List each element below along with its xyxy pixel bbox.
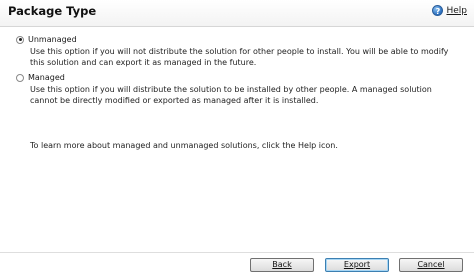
export-button[interactable]: Export (325, 258, 389, 272)
help-label[interactable]: Help (446, 6, 467, 16)
cancel-button[interactable]: Cancel (399, 258, 463, 272)
unmanaged-description: Use this option if you will not distribu… (30, 47, 449, 67)
back-button-label[interactable]: Back (272, 260, 291, 269)
export-button-label[interactable]: Export (344, 260, 370, 269)
help-note: To learn more about managed and unmanage… (30, 141, 338, 150)
dialog-header: Package Type ? Help (0, 0, 474, 26)
managed-option[interactable]: Managed (16, 73, 65, 82)
cancel-button-label[interactable]: Cancel (417, 260, 444, 269)
back-button[interactable]: Back (250, 258, 314, 272)
unmanaged-radio[interactable] (16, 35, 24, 44)
header-divider (0, 26, 474, 27)
unmanaged-option[interactable]: Unmanaged (16, 35, 77, 44)
managed-radio[interactable] (16, 73, 24, 82)
help-icon[interactable]: ? (432, 5, 444, 16)
button-bar-divider (0, 252, 474, 253)
unmanaged-label[interactable]: Unmanaged (28, 35, 77, 44)
help-link[interactable]: ? Help (432, 5, 467, 16)
page-title: Package Type (8, 4, 97, 18)
managed-label[interactable]: Managed (28, 73, 65, 82)
managed-description: Use this option if you will distribute t… (30, 85, 432, 105)
